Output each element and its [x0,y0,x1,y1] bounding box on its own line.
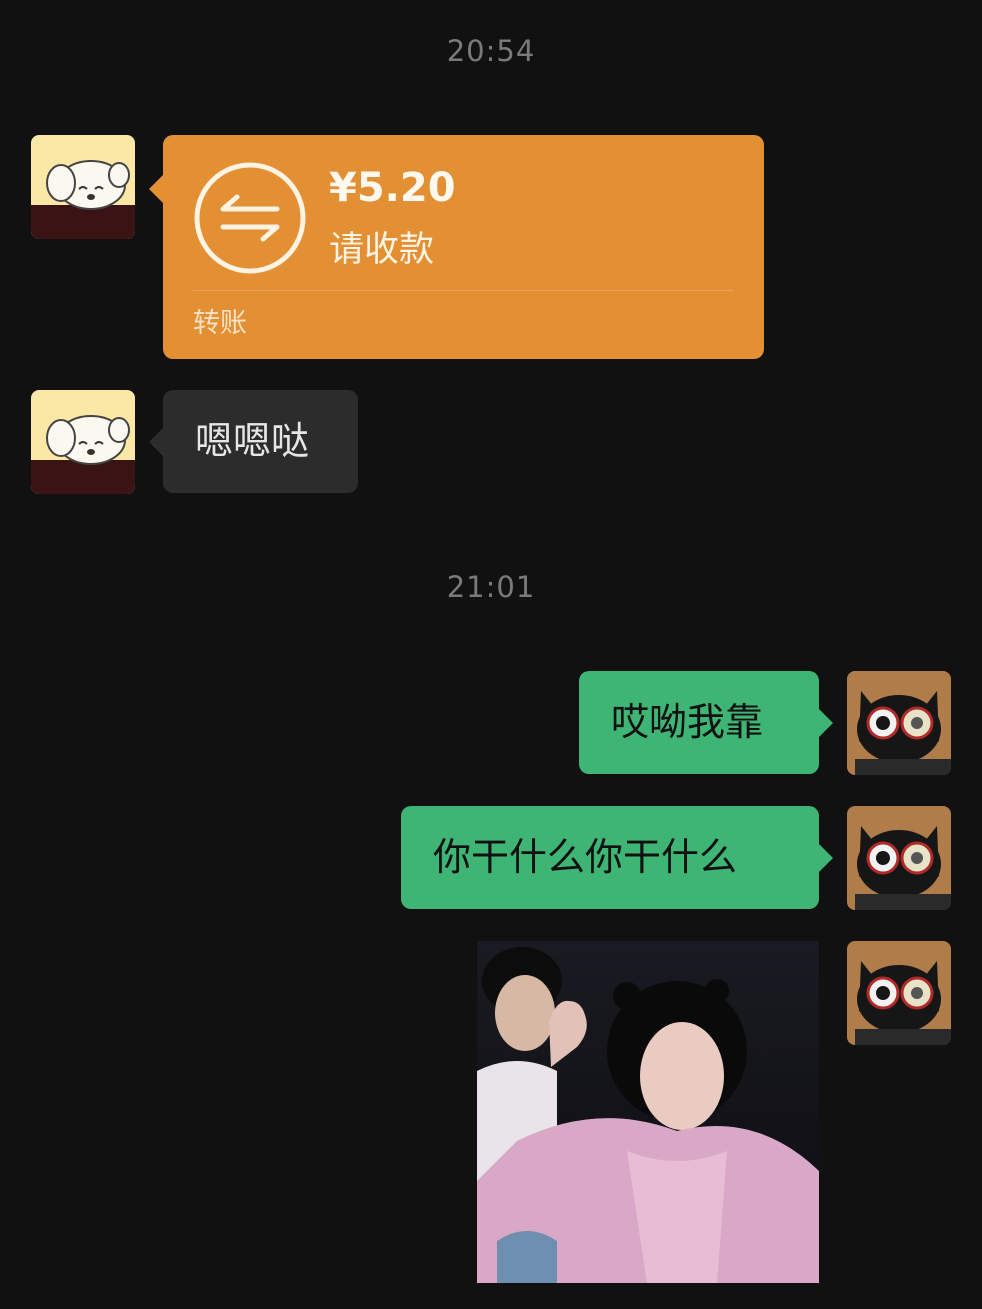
incoming-message-bubble[interactable]: 嗯嗯哒 [149,390,358,493]
contact-avatar[interactable] [31,390,135,494]
puppy-avatar-image [31,135,135,239]
black-cat-avatar-image [847,941,951,1045]
timestamp: 20:54 [446,34,536,68]
outgoing-message-bubble[interactable]: 哎呦我靠 [579,671,833,774]
puppy-avatar-image [31,390,135,494]
transfer-card[interactable]: ¥5.20 请收款 转账 [149,135,764,359]
transfer-arrows-icon [194,162,306,274]
black-cat-avatar-image [847,671,951,775]
self-avatar[interactable] [847,806,951,910]
self-avatar[interactable] [847,941,951,1045]
transfer-divider [193,290,734,291]
self-avatar[interactable] [847,671,951,775]
outgoing-image-message[interactable] [477,941,819,1283]
outgoing-message-bubble[interactable]: 你干什么你干什么 [401,806,833,909]
black-cat-avatar-image [847,806,951,910]
chat-screen: 20:54 ¥5.20 请收款 转账 嗯嗯哒 21:01 哎呦我靠 你干什么你干… [0,0,982,1309]
contact-avatar[interactable] [31,135,135,239]
transfer-type-label: 转账 [193,308,247,339]
transfer-amount: ¥5.20 [329,165,456,211]
photo-two-people-waving [477,941,819,1283]
transfer-status: 请收款 [329,230,435,270]
timestamp: 21:01 [446,570,536,604]
